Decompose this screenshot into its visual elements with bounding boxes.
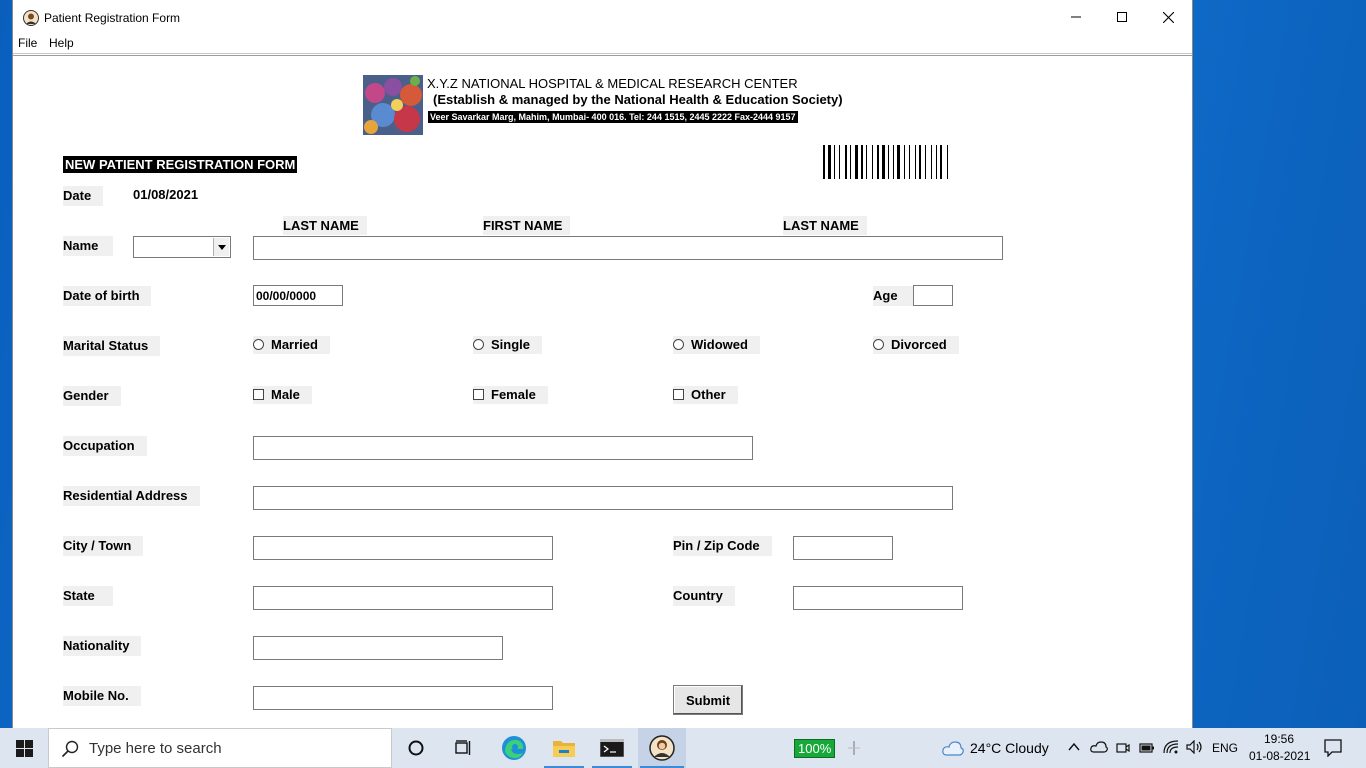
address-input[interactable] [253, 486, 953, 510]
file-explorer-taskbar-button[interactable] [540, 728, 588, 768]
age-input[interactable] [913, 285, 953, 306]
radio-single[interactable] [473, 339, 484, 350]
notifications-icon[interactable] [1324, 739, 1342, 757]
checkbox-female[interactable] [473, 389, 484, 400]
marital-option-married[interactable]: Married [253, 336, 330, 354]
city-label: City / Town [63, 536, 144, 556]
pin-input[interactable] [793, 536, 893, 560]
user-avatar-icon [649, 735, 675, 761]
radio-widowed[interactable] [673, 339, 684, 350]
meet-now-icon[interactable] [1116, 741, 1130, 755]
state-input[interactable] [253, 586, 553, 610]
checkbox-male[interactable] [253, 389, 264, 400]
checkbox-other[interactable] [673, 389, 684, 400]
user-avatar-icon [23, 10, 39, 26]
chevron-up-icon[interactable] [1068, 742, 1080, 752]
window-title: Patient Registration Form [44, 11, 181, 25]
country-label: Country [673, 586, 735, 606]
clock-date[interactable]: 01-08-2021 [1249, 749, 1310, 763]
app-window: Patient Registration Form File Help X.Y.… [12, 0, 1193, 728]
marital-option-widowed[interactable]: Widowed [673, 336, 760, 354]
mobile-label: Mobile No. [63, 686, 141, 706]
chevron-down-icon[interactable] [213, 238, 229, 256]
battery-icon[interactable] [1139, 742, 1155, 754]
pin-label: Pin / Zip Code [673, 536, 772, 556]
clock-time[interactable]: 19:56 [1264, 732, 1294, 746]
wifi-icon[interactable] [1163, 740, 1179, 754]
close-button[interactable] [1145, 0, 1191, 34]
marital-option-divorced[interactable]: Divorced [873, 336, 959, 354]
task-view-button[interactable] [440, 728, 488, 768]
menu-help[interactable]: Help [45, 36, 78, 50]
name-label: Name [63, 236, 113, 256]
cloudy-weather-icon [942, 741, 964, 756]
language-indicator[interactable]: ENG [1212, 741, 1238, 755]
city-input[interactable] [253, 536, 553, 560]
hospital-name: X.Y.Z NATIONAL HOSPITAL & MEDICAL RESEAR… [427, 76, 798, 91]
date-value: 01/08/2021 [133, 187, 199, 202]
name-column-last-2: LAST NAME [783, 216, 867, 235]
hospital-subtitle: (Establish & managed by the National Hea… [433, 92, 843, 107]
occupation-input[interactable] [253, 436, 753, 460]
cortana-button[interactable] [392, 728, 440, 768]
search-icon [61, 740, 79, 758]
onedrive-cloud-icon[interactable] [1090, 741, 1108, 753]
menu-file[interactable]: File [14, 36, 41, 50]
gender-option-male[interactable]: Male [253, 386, 312, 404]
menu-bar: File Help [13, 34, 1192, 54]
radio-married[interactable] [253, 339, 264, 350]
task-view-icon [455, 740, 471, 755]
form-title: NEW PATIENT REGISTRATION FORM [63, 156, 298, 173]
edge-taskbar-button[interactable] [490, 728, 538, 768]
marital-option-single[interactable]: Single [473, 336, 543, 354]
battery-percent[interactable]: 100% [794, 739, 836, 758]
state-label: State [63, 586, 113, 606]
name-column-first: FIRST NAME [483, 216, 571, 235]
terminal-icon [600, 739, 624, 757]
search-placeholder: Type here to search [89, 740, 222, 757]
start-button[interactable] [0, 728, 48, 768]
title-select[interactable] [133, 236, 231, 258]
gender-option-female[interactable]: Female [473, 386, 548, 404]
submit-button[interactable]: Submit [673, 685, 743, 715]
sparkle-icon [848, 741, 860, 755]
hospital-address: Veer Savarkar Marg, Mahim, Mumbai- 400 0… [428, 111, 798, 123]
occupation-label: Occupation [63, 436, 147, 456]
weather-text[interactable]: 24°C Cloudy [970, 740, 1049, 756]
name-column-last-1: LAST NAME [283, 216, 367, 235]
cortana-icon [408, 740, 424, 756]
maximize-icon [1117, 12, 1127, 22]
maximize-button[interactable] [1099, 0, 1145, 34]
age-label: Age [873, 286, 913, 306]
radio-divorced[interactable] [873, 339, 884, 350]
barcode [823, 145, 948, 179]
close-icon [1162, 11, 1174, 23]
title-bar[interactable]: Patient Registration Form [13, 0, 1192, 34]
taskbar: Type here to search 100% 24°C Cloudy ENG… [0, 728, 1366, 768]
marital-status-label: Marital Status [63, 336, 161, 356]
nationality-label: Nationality [63, 636, 142, 656]
name-input[interactable] [253, 236, 1003, 260]
gender-label: Gender [63, 386, 121, 406]
minimize-icon [1071, 16, 1081, 18]
nationality-input[interactable] [253, 636, 503, 660]
form-area: X.Y.Z NATIONAL HOSPITAL & MEDICAL RESEAR… [13, 55, 1192, 728]
volume-icon[interactable] [1186, 740, 1204, 754]
file-explorer-icon [553, 741, 575, 757]
dob-input[interactable] [253, 285, 343, 306]
windows-start-icon [15, 739, 33, 757]
gender-option-other[interactable]: Other [673, 386, 738, 404]
minimize-button[interactable] [1053, 0, 1099, 34]
taskbar-search[interactable]: Type here to search [48, 728, 392, 768]
terminal-taskbar-button[interactable] [588, 728, 636, 768]
date-label: Date [63, 186, 103, 206]
country-input[interactable] [793, 586, 963, 610]
app-taskbar-button[interactable] [638, 728, 686, 768]
hospital-logo [363, 75, 423, 135]
mobile-input[interactable] [253, 686, 553, 710]
address-label: Residential Address [63, 486, 200, 506]
edge-icon [502, 736, 526, 760]
dob-label: Date of birth [63, 286, 151, 306]
